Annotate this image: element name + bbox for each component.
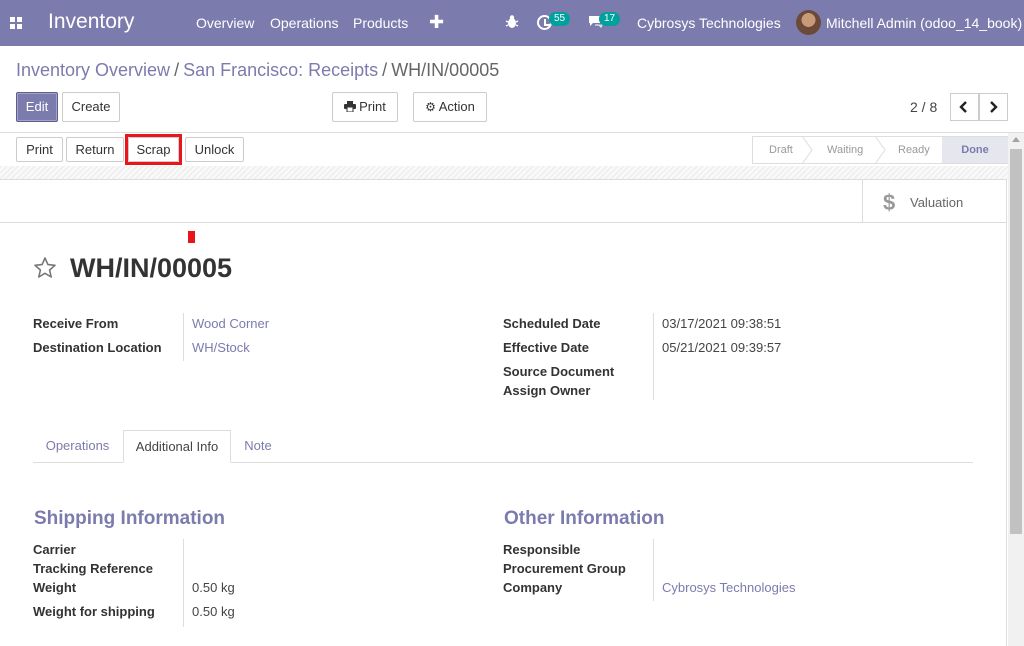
sheet-background (0, 166, 1008, 179)
field-divider (183, 313, 184, 361)
pager-previous-button[interactable] (950, 93, 979, 121)
unlock-button[interactable]: Unlock (185, 137, 244, 162)
source-document-label: Source Document (503, 364, 615, 379)
print-button[interactable]: Print (16, 137, 63, 162)
star-icon[interactable] (33, 256, 57, 280)
company-switcher[interactable]: Cybrosys Technologies (637, 15, 781, 31)
record-title: WH/IN/00005 (70, 253, 233, 283)
breadcrumb-separator: / (174, 60, 180, 80)
breadcrumb-separator: / (382, 60, 388, 80)
tab-operations[interactable]: Operations (33, 430, 122, 463)
print-label: Print (359, 99, 386, 114)
stage-waiting[interactable]: Waiting (827, 137, 863, 163)
weight-label: Weight (33, 580, 77, 595)
chevron-right-icon (990, 101, 998, 113)
app-name[interactable]: Inventory (48, 10, 134, 34)
field-divider (183, 539, 184, 627)
dollar-icon: $ (883, 190, 896, 215)
destination-location-value[interactable]: WH/Stock (192, 340, 250, 355)
stage-draft[interactable]: Draft (769, 137, 793, 163)
tab-additional-info[interactable]: Additional Info (123, 430, 231, 463)
bug-icon[interactable] (505, 14, 519, 30)
menu-operations[interactable]: Operations (270, 15, 338, 31)
printer-icon (344, 101, 357, 113)
scrollbar-thumb[interactable] (1010, 149, 1022, 534)
other-info-heading: Other Information (504, 508, 665, 529)
shipping-info-heading: Shipping Information (34, 508, 226, 529)
breadcrumb-current: WH/IN/00005 (391, 60, 500, 80)
carrier-label: Carrier (33, 542, 76, 557)
divider (0, 222, 1007, 223)
procurement-group-label: Procurement Group (503, 561, 626, 576)
scrap-highlight-box (125, 134, 182, 165)
top-navbar: Inventory Overview Operations Products ✚… (0, 0, 1024, 46)
company-label: Company (503, 580, 563, 595)
divider (0, 132, 1024, 133)
receive-from-value[interactable]: Wood Corner (192, 316, 269, 331)
user-menu[interactable]: Mitchell Admin (odoo_14_book) (826, 15, 1022, 31)
gear-icon: ⚙ (425, 100, 436, 114)
chevron-left-icon (959, 101, 967, 113)
weight-value: 0.50 kg (192, 580, 235, 595)
field-divider (653, 313, 654, 400)
scheduled-date-value: 03/17/2021 09:38:51 (662, 316, 782, 331)
edit-button[interactable]: Edit (16, 92, 58, 122)
breadcrumb-item-overview[interactable]: Inventory Overview (16, 60, 170, 80)
tab-note[interactable]: Note (232, 430, 284, 463)
tracking-reference-label: Tracking Reference (33, 561, 153, 576)
responsible-label: Responsible (503, 542, 581, 557)
effective-date-label: Effective Date (503, 340, 589, 355)
weight-for-shipping-value: 0.50 kg (192, 604, 235, 619)
weight-for-shipping-label: Weight for shipping (33, 604, 155, 619)
vertical-scrollbar[interactable] (1008, 133, 1024, 646)
red-annotation-mark (188, 231, 195, 243)
action-label: Action (438, 99, 475, 114)
stage-done[interactable]: Done (942, 137, 1008, 163)
apps-grid-icon[interactable] (10, 17, 22, 29)
create-button[interactable]: Create (62, 92, 120, 122)
assign-owner-label: Assign Owner (503, 383, 591, 398)
action-dropdown-button[interactable]: ⚙ Action (413, 92, 487, 122)
return-button[interactable]: Return (66, 137, 124, 162)
destination-location-label: Destination Location (33, 340, 162, 355)
field-divider (653, 539, 654, 601)
message-count-badge: 17 (599, 12, 621, 26)
valuation-button[interactable]: $ Valuation (862, 180, 1007, 222)
scheduled-date-label: Scheduled Date (503, 316, 601, 331)
menu-overview[interactable]: Overview (196, 15, 254, 31)
company-value[interactable]: Cybrosys Technologies (662, 580, 795, 595)
scroll-up-arrow-icon[interactable] (1012, 137, 1020, 142)
pager-value[interactable]: 2 / 8 (910, 99, 937, 115)
print-dropdown-button[interactable]: Print (332, 92, 398, 122)
valuation-label: Valuation (910, 195, 964, 210)
effective-date-value: 05/21/2021 09:39:57 (662, 340, 782, 355)
breadcrumb-item-receipts[interactable]: San Francisco: Receipts (183, 60, 378, 80)
breadcrumb: Inventory Overview / San Francisco: Receip… (16, 60, 499, 81)
menu-products[interactable]: Products (353, 15, 408, 31)
stage-ready[interactable]: Ready (898, 137, 930, 163)
plus-icon[interactable]: ✚ (429, 12, 444, 33)
pager-next-button[interactable] (979, 93, 1008, 121)
user-avatar[interactable] (796, 10, 821, 35)
activity-count-badge: 55 (549, 12, 571, 26)
receive-from-label: Receive From (33, 316, 119, 331)
